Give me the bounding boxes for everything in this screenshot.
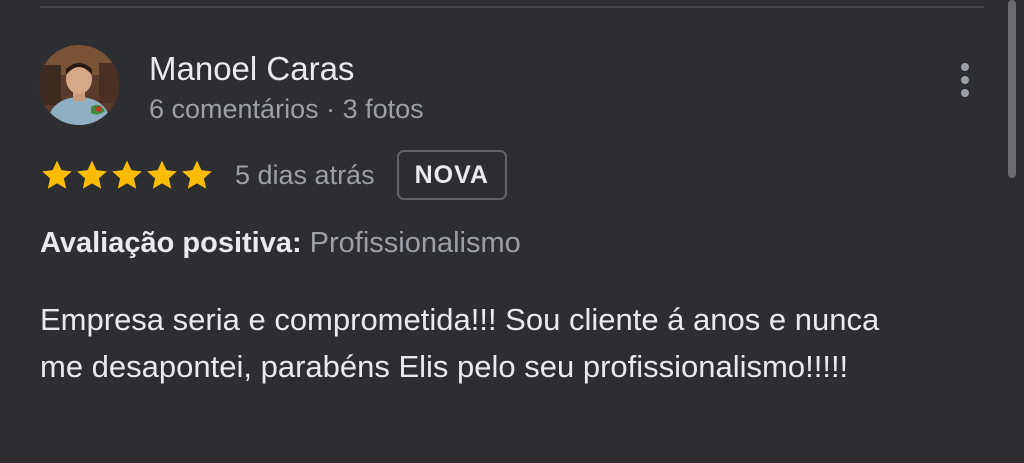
top-divider — [40, 6, 984, 8]
reviewer-name[interactable]: Manoel Caras — [149, 49, 354, 89]
reviewer-meta: 6 comentários · 3 fotos — [149, 94, 424, 124]
star-rating — [40, 158, 215, 192]
review-date: 5 dias atrás — [235, 159, 375, 190]
positive-label: Avaliação positiva: — [40, 227, 302, 259]
avatar[interactable] — [39, 45, 119, 125]
star-icon — [182, 160, 212, 189]
avatar-photo — [39, 45, 119, 125]
more-options-button[interactable] — [946, 56, 984, 104]
rating-row: 5 dias atrás NOVA — [40, 150, 507, 200]
new-badge: NOVA — [396, 150, 507, 200]
positive-value: Profissionalismo — [309, 227, 521, 259]
star-icon — [147, 160, 177, 189]
positive-review-line: Avaliação positiva: Profissionalismo — [40, 224, 521, 262]
more-vertical-icon — [961, 63, 969, 97]
star-icon — [42, 160, 72, 189]
scrollbar-thumb[interactable] — [1008, 0, 1016, 178]
star-icon — [77, 160, 107, 189]
review-text: Empresa seria e comprometida!!! Sou clie… — [40, 302, 880, 384]
star-icon — [112, 160, 142, 189]
